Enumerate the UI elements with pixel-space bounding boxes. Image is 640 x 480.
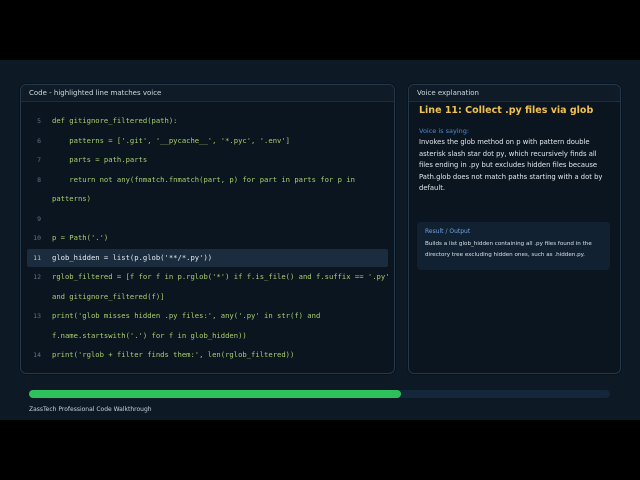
code-line: 8 return not any(fnmatch.fnmatch(part, p…: [27, 171, 388, 189]
code-text: rglob_filtered = [f for f in p.rglob('*'…: [52, 272, 390, 281]
progress-fill: [29, 390, 401, 398]
code-line: f.name.startswith('.') for f in glob_hid…: [27, 327, 388, 345]
code-text: parts = path.parts: [52, 155, 148, 164]
code-text: f.name.startswith('.') for f in glob_hid…: [52, 330, 247, 340]
line-number: 13: [33, 312, 41, 320]
code-line: and gitignore_filtered(f)]: [27, 288, 388, 306]
voice-panel: Voice explanation Line 11: Collect .py f…: [408, 84, 621, 374]
code-panel-header: Code - highlighted line matches voice: [21, 85, 394, 102]
line-number: 14: [33, 351, 41, 359]
code-text: def gitignore_filtered(path):: [52, 116, 178, 125]
result-box: Result / Output Builds a list glob_hidde…: [417, 222, 610, 270]
line-number: 7: [37, 156, 41, 164]
line-number: 5: [37, 117, 41, 125]
result-text: Builds a list glob_hidden containing all…: [425, 241, 592, 258]
code-text: glob_hidden = list(p.glob('**/*.py')): [52, 252, 213, 262]
code-text: print('glob misses hidden .py files:', a…: [52, 311, 321, 320]
code-text: p = Path('.'): [52, 233, 109, 242]
voice-saying-text: Invokes the glob method on p with patter…: [419, 138, 603, 192]
code-line: patterns): [27, 190, 388, 208]
code-text: patterns): [52, 194, 91, 203]
code-line: 13 print('glob misses hidden .py files:',…: [27, 307, 388, 325]
code-text: patterns = ['.git', '__pycache__', '*.py…: [52, 135, 290, 145]
progress-bar[interactable]: [29, 390, 610, 398]
code-line: 6 patterns = ['.git', '__pycache__', '*.…: [27, 132, 388, 150]
code-text: return not any(fnmatch.fnmatch(part, p) …: [52, 174, 355, 184]
voice-title: Line 11: Collect .py files via glob: [419, 105, 594, 116]
line-number: 9: [37, 214, 41, 223]
code-text: print('rglob + filter finds them:', len(…: [52, 350, 295, 359]
code-line: 7 parts = path.parts: [27, 151, 388, 169]
code-panel: Code - highlighted line matches voice 5 d…: [20, 84, 395, 374]
code-line-highlighted: 11 glob_hidden = list(p.glob('**/*.py')): [27, 248, 388, 267]
line-number: 12: [33, 273, 41, 281]
voice-saying-label: Voice is saying:: [419, 127, 470, 135]
line-number: 8: [37, 175, 41, 184]
line-number: 11: [33, 253, 41, 262]
line-number: 6: [37, 136, 41, 145]
line-number: 10: [33, 234, 41, 242]
code-line: 9: [27, 210, 388, 228]
code-line: 10 p = Path('.'): [27, 229, 388, 247]
footer-text: ZassTech Professional Code Walkthrough: [29, 406, 152, 413]
voice-panel-header: Voice explanation: [409, 85, 620, 102]
code-line: 5 def gitignore_filtered(path):: [27, 112, 388, 130]
result-label: Result / Output: [425, 228, 471, 235]
code-line: 12 rglob_filtered = [f for f in p.rglob('…: [27, 268, 390, 286]
video-stage: Code - highlighted line matches voice 5 d…: [0, 60, 640, 420]
code-line: 14 print('rglob + filter finds them:', le…: [27, 346, 388, 364]
code-text: and gitignore_filtered(f)]: [52, 291, 165, 301]
